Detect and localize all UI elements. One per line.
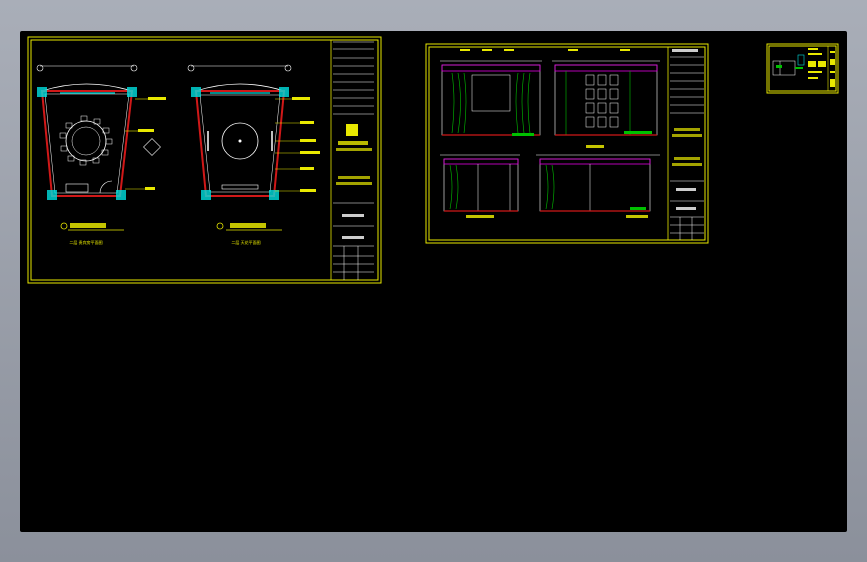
cad-viewport[interactable]: 二层 贵宾房平面图 二层 天花平面图 xyxy=(20,31,847,532)
drawing-sheet-1[interactable]: 二层 贵宾房平面图 二层 天花平面图 xyxy=(27,36,382,284)
title-block-1 xyxy=(330,40,374,280)
elevation-b[interactable] xyxy=(552,49,660,136)
plan-left-caption: 二层 贵宾房平面图 xyxy=(69,239,102,245)
elevation-c[interactable] xyxy=(440,154,520,218)
ceiling-plan-right[interactable]: 二层 天花平面图 xyxy=(187,64,320,245)
title-block-2 xyxy=(667,47,704,240)
drawing-sheet-2[interactable] xyxy=(425,43,709,244)
cad-canvas: 二层 贵宾房平面图 二层 天花平面图 xyxy=(27,36,839,284)
drawing-sheet-3[interactable] xyxy=(766,43,839,94)
plan-right-caption: 二层 天花平面图 xyxy=(231,239,260,245)
floor-plan-left[interactable]: 二层 贵宾房平面图 xyxy=(36,64,166,245)
elevation-d[interactable] xyxy=(536,145,660,218)
elevation-a[interactable] xyxy=(440,49,542,136)
